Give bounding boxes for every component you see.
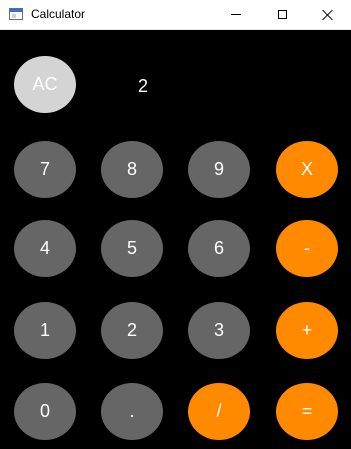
close-icon [322, 9, 334, 21]
decimal-point-button[interactable]: . [101, 383, 163, 440]
digit-9-button[interactable]: 9 [188, 141, 250, 198]
digit-4-button[interactable]: 4 [14, 220, 76, 277]
digit-0-button[interactable]: 0 [14, 383, 76, 440]
clear-button[interactable]: AC [14, 56, 76, 113]
app-icon [9, 8, 23, 20]
digit-7-button[interactable]: 7 [14, 141, 76, 198]
maximize-button[interactable] [259, 0, 305, 29]
calculator-window: Calculator 2 AC 7 8 9 X 4 5 6 - 1 2 3 + … [0, 0, 351, 449]
display-value: 2 [138, 76, 149, 96]
equals-button[interactable]: = [276, 383, 338, 440]
close-button[interactable] [305, 0, 351, 29]
digit-2-button[interactable]: 2 [101, 302, 163, 359]
digit-3-button[interactable]: 3 [188, 302, 250, 359]
multiply-button[interactable]: X [276, 141, 338, 198]
minimize-icon [231, 14, 241, 15]
digit-8-button[interactable]: 8 [101, 141, 163, 198]
add-button[interactable]: + [276, 302, 338, 359]
minimize-button[interactable] [213, 0, 259, 29]
divide-button[interactable]: / [188, 383, 250, 440]
digit-1-button[interactable]: 1 [14, 302, 76, 359]
window-title: Calculator [31, 7, 86, 21]
subtract-button[interactable]: - [276, 220, 338, 277]
digit-5-button[interactable]: 5 [101, 220, 163, 277]
digit-6-button[interactable]: 6 [188, 220, 250, 277]
title-bar: Calculator [0, 0, 351, 30]
maximize-icon [277, 10, 287, 19]
